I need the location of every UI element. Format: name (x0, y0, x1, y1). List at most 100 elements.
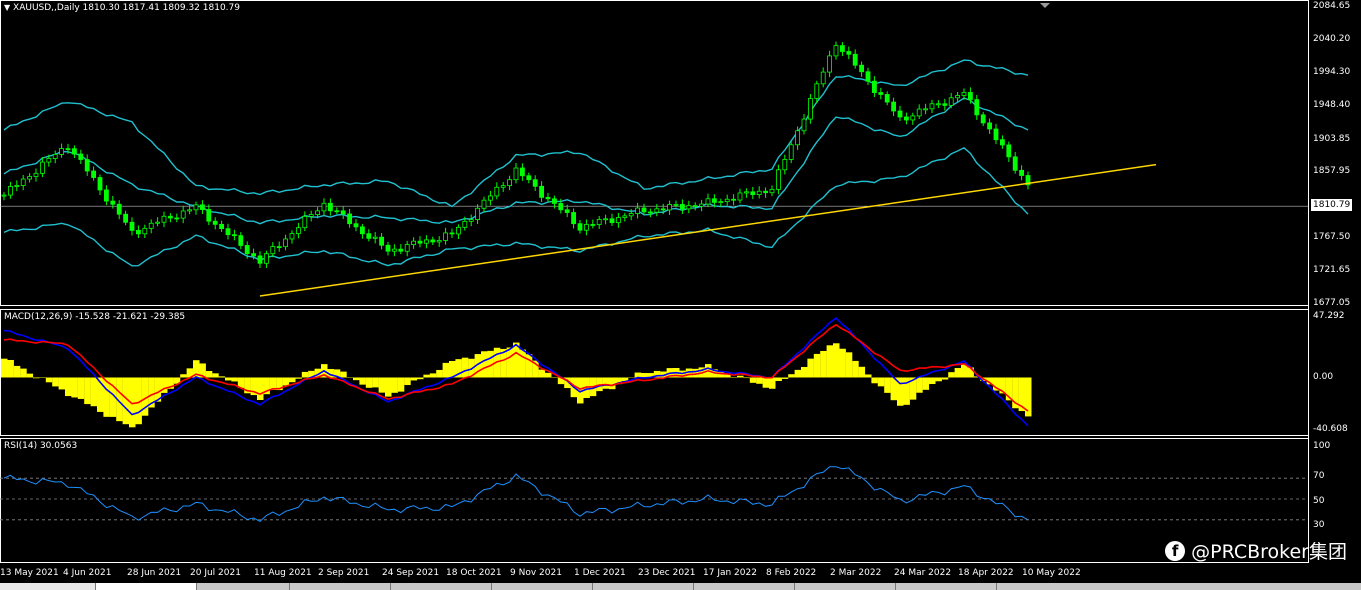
candle-body (123, 213, 128, 223)
candle-body (327, 202, 333, 212)
candle-body (936, 103, 941, 106)
price-axis-label: 2084.65 (1313, 1, 1351, 11)
macd-histogram-bar (916, 377, 923, 393)
macd-histogram-bar (602, 377, 610, 389)
macd-histogram-bar (225, 377, 232, 381)
candle-body (379, 236, 385, 246)
macd-histogram-bar (436, 369, 443, 378)
candle-body (27, 176, 33, 180)
candle-body (590, 224, 596, 226)
candle-body (174, 217, 180, 220)
macd-histogram-bar (423, 374, 430, 378)
symbol-ohlc-text: XAUUSD,,Daily 1810.30 1817.41 1809.32 18… (13, 3, 240, 13)
macd-histogram-bar (13, 365, 21, 378)
chart-window[interactable]: ▼ XAUUSD,,Daily 1810.30 1817.41 1809.32 … (0, 0, 1361, 590)
time-axis-label: 17 Jan 2022 (703, 568, 757, 578)
macd-histogram-bar (257, 377, 264, 400)
candle-body (308, 214, 314, 217)
chart-tab[interactable] (391, 583, 492, 590)
time-axis-label: 10 May 2022 (1022, 568, 1081, 578)
chart-tab[interactable] (96, 583, 197, 590)
chart-tab[interactable] (0, 583, 96, 590)
candle-body (46, 158, 52, 163)
candle-body (801, 118, 807, 132)
macd-histogram-bar (609, 377, 616, 390)
candle-body (782, 159, 788, 171)
chart-tab[interactable] (492, 583, 593, 590)
candle-body (1, 194, 7, 197)
candle-body (897, 110, 903, 118)
candle-body (481, 199, 487, 209)
symbol-header: ▼ XAUUSD,,Daily 1810.30 1817.41 1809.32 … (4, 3, 240, 13)
chart-tab[interactable] (795, 583, 896, 590)
time-axis-label: 2 Sep 2021 (318, 568, 370, 578)
macd-histogram-bar (461, 357, 469, 378)
candle-body (628, 213, 634, 217)
macd-histogram-bar (77, 377, 85, 399)
time-axis-label: 18 Oct 2021 (446, 568, 502, 578)
candle-body (167, 215, 173, 219)
chart-tab[interactable] (290, 583, 391, 590)
price-axis-label: 1857.95 (1313, 166, 1351, 176)
scroll-marker-icon[interactable] (1040, 3, 1050, 8)
candle-body (231, 234, 237, 237)
candle-body (596, 219, 602, 225)
macd-histogram-bar (289, 377, 296, 383)
candle-body (776, 169, 781, 190)
macd-histogram-bar (634, 372, 642, 378)
candle-body (302, 216, 308, 229)
macd-histogram-bar (948, 372, 955, 378)
macd-histogram-bar (359, 377, 366, 385)
macd-histogram-bar (545, 372, 552, 378)
candle-body (520, 167, 525, 177)
candle-body (142, 227, 148, 235)
macd-histogram-bar (378, 377, 386, 393)
macd-histogram-bar (788, 374, 795, 378)
chart-canvas[interactable] (0, 0, 1361, 590)
candle-body (455, 226, 461, 235)
candle-body (257, 255, 263, 264)
candle-body (321, 202, 327, 212)
candle-body (372, 236, 378, 239)
chart-tab[interactable] (896, 583, 997, 590)
price-axis-label: 2040.20 (1313, 34, 1351, 44)
time-axis-label: 28 Jun 2021 (127, 568, 182, 578)
candle-body (564, 209, 570, 213)
chart-tab[interactable] (593, 583, 694, 590)
candle-body (654, 208, 660, 213)
candle-body (487, 195, 493, 201)
macd-histogram-bar (852, 360, 859, 378)
candle-body (366, 233, 372, 239)
macd-histogram-bar (538, 369, 546, 378)
price-axis-label: 1994.30 (1313, 67, 1351, 77)
candle-body (692, 205, 698, 208)
candle-body (33, 172, 39, 177)
chart-tab[interactable] (197, 583, 290, 590)
time-axis-label: 11 Aug 2021 (254, 568, 312, 578)
macd-histogram-bar (641, 373, 648, 378)
candle-body (59, 148, 64, 155)
candle-body (833, 45, 839, 57)
candle-body (385, 244, 391, 252)
candle-body (91, 170, 96, 178)
candle-body (289, 233, 295, 240)
macd-histogram-bar (1, 358, 8, 378)
time-axis-label: 4 Jun 2021 (63, 568, 112, 578)
macd-histogram-bar (391, 377, 398, 393)
candle-body (705, 198, 711, 205)
candle-body (680, 204, 685, 210)
candle-body (468, 219, 474, 222)
macd-histogram-bar (180, 374, 187, 378)
candle-body (161, 215, 167, 223)
pane-dropdown-icon[interactable]: ▼ (4, 3, 10, 12)
candle-body (558, 203, 564, 211)
candle-body (206, 209, 212, 222)
macd-histogram-bar (45, 377, 53, 383)
macd-histogram-bar (353, 377, 360, 381)
time-axis-label: 20 Jul 2021 (190, 568, 241, 578)
candle-body (135, 230, 141, 235)
chart-tab[interactable] (694, 583, 795, 590)
candle-body (731, 198, 736, 201)
candle-body (225, 228, 231, 236)
candle-body (814, 83, 820, 99)
